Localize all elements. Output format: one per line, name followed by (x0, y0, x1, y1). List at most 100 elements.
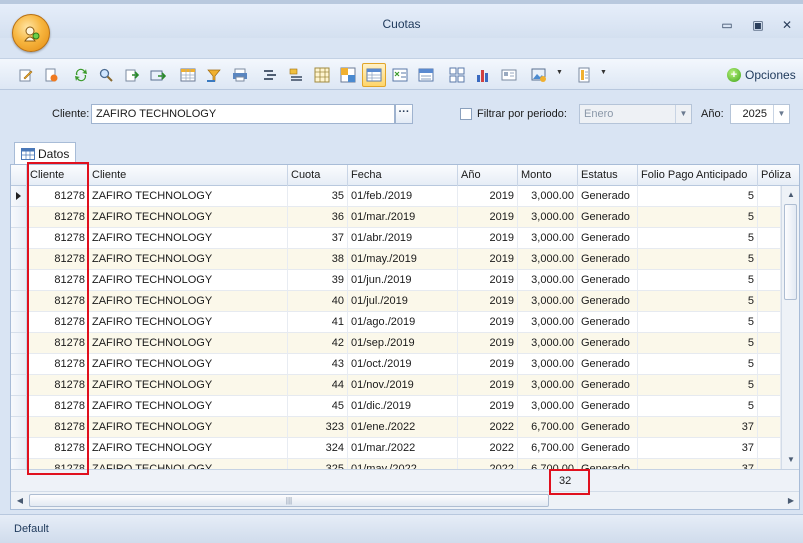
mes-select[interactable]: Enero ▼ (579, 104, 692, 124)
cell-estatus[interactable]: Generado (578, 417, 638, 438)
new-document-icon[interactable] (43, 67, 59, 83)
cell-cliente-id[interactable]: 81278 (27, 207, 89, 228)
cell-anio[interactable]: 2019 (458, 375, 518, 396)
cell-folio[interactable]: 5 (638, 270, 758, 291)
scroll-right-icon[interactable]: ▶ (783, 493, 799, 509)
cell-anio[interactable]: 2019 (458, 333, 518, 354)
chart-bar-icon[interactable] (475, 67, 491, 83)
horizontal-scroll-thumb[interactable]: ||| (29, 494, 549, 507)
cell-poliza[interactable] (758, 312, 781, 333)
table-row[interactable]: 81278 ZAFIRO TECHNOLOGY 35 01/feb./2019 2019… (11, 186, 781, 207)
cell-cliente[interactable]: ZAFIRO TECHNOLOGY (89, 207, 288, 228)
row-indicator[interactable] (11, 186, 27, 207)
cell-cuota[interactable]: 44 (288, 375, 348, 396)
cell-anio[interactable]: 2019 (458, 207, 518, 228)
cell-cliente[interactable]: ZAFIRO TECHNOLOGY (89, 438, 288, 459)
table-row[interactable]: 81278 ZAFIRO TECHNOLOGY 324 01/mar./2022 202… (11, 438, 781, 459)
cell-fecha[interactable]: 01/sep./2019 (348, 333, 458, 354)
cell-cliente-id[interactable]: 81278 (27, 312, 89, 333)
row-indicator[interactable] (11, 375, 27, 396)
cell-folio[interactable]: 5 (638, 291, 758, 312)
cell-fecha[interactable]: 01/nov./2019 (348, 375, 458, 396)
anio-select[interactable]: 2025 ▼ (730, 104, 790, 124)
restore-button[interactable]: ▣ (749, 17, 767, 33)
scroll-down-icon[interactable]: ▼ (783, 452, 799, 468)
cell-poliza[interactable] (758, 207, 781, 228)
scroll-left-icon[interactable]: ◀ (12, 493, 28, 509)
cell-estatus[interactable]: Generado (578, 396, 638, 417)
cell-cliente-id[interactable]: 81278 (27, 417, 89, 438)
cell-fecha[interactable]: 01/oct./2019 (348, 354, 458, 375)
view-table-button[interactable] (362, 63, 386, 87)
cell-monto[interactable]: 6,700.00 (518, 417, 578, 438)
cell-cliente[interactable]: ZAFIRO TECHNOLOGY (89, 291, 288, 312)
table-row[interactable]: 81278 ZAFIRO TECHNOLOGY 44 01/nov./2019 2019… (11, 375, 781, 396)
cell-fecha[interactable]: 01/feb./2019 (348, 186, 458, 207)
cell-monto[interactable]: 3,000.00 (518, 354, 578, 375)
table-row[interactable]: 81278 ZAFIRO TECHNOLOGY 43 01/oct./2019 2019… (11, 354, 781, 375)
cell-monto[interactable]: 3,000.00 (518, 207, 578, 228)
cell-cuota[interactable]: 41 (288, 312, 348, 333)
cell-cuota[interactable]: 39 (288, 270, 348, 291)
cell-cliente-id[interactable]: 81278 (27, 438, 89, 459)
cell-cliente[interactable]: ZAFIRO TECHNOLOGY (89, 354, 288, 375)
export-icon[interactable] (124, 67, 140, 83)
cell-anio[interactable]: 2019 (458, 312, 518, 333)
header-cliente-id[interactable]: Cliente (27, 165, 89, 186)
cell-estatus[interactable]: Generado (578, 438, 638, 459)
cell-poliza[interactable] (758, 417, 781, 438)
cell-monto[interactable]: 3,000.00 (518, 228, 578, 249)
minimize-button[interactable]: ▭ (718, 17, 736, 33)
cell-estatus[interactable]: Generado (578, 333, 638, 354)
cell-fecha[interactable]: 01/abr./2019 (348, 228, 458, 249)
row-indicator[interactable] (11, 438, 27, 459)
cell-cliente-id[interactable]: 81278 (27, 396, 89, 417)
cell-folio[interactable]: 5 (638, 228, 758, 249)
cell-cuota[interactable]: 38 (288, 249, 348, 270)
cell-estatus[interactable]: Generado (578, 312, 638, 333)
cell-cliente[interactable]: ZAFIRO TECHNOLOGY (89, 333, 288, 354)
cell-estatus[interactable]: Generado (578, 270, 638, 291)
cell-folio[interactable]: 5 (638, 333, 758, 354)
cell-poliza[interactable] (758, 291, 781, 312)
cell-poliza[interactable] (758, 270, 781, 291)
search-icon[interactable] (98, 67, 114, 83)
cell-monto[interactable]: 3,000.00 (518, 291, 578, 312)
cell-anio[interactable]: 2019 (458, 291, 518, 312)
vertical-scroll-thumb[interactable] (784, 204, 797, 300)
cell-cliente-id[interactable]: 81278 (27, 333, 89, 354)
cell-cliente-id[interactable]: 81278 (27, 270, 89, 291)
cell-anio[interactable]: 2019 (458, 270, 518, 291)
tab-datos[interactable]: Datos (14, 142, 76, 164)
cell-folio[interactable]: 5 (638, 375, 758, 396)
cell-cuota[interactable]: 323 (288, 417, 348, 438)
table-row[interactable]: 81278 ZAFIRO TECHNOLOGY 42 01/sep./2019 2019… (11, 333, 781, 354)
cell-estatus[interactable]: Generado (578, 249, 638, 270)
cell-estatus[interactable]: Generado (578, 291, 638, 312)
cell-cliente[interactable]: ZAFIRO TECHNOLOGY (89, 396, 288, 417)
view-grid-icon[interactable] (392, 67, 408, 83)
header-folio[interactable]: Folio Pago Anticipado (638, 165, 758, 186)
cell-fecha[interactable]: 01/may./2019 (348, 249, 458, 270)
row-indicator[interactable] (11, 354, 27, 375)
cell-poliza[interactable] (758, 228, 781, 249)
table-filter-icon[interactable] (180, 67, 196, 83)
row-indicator[interactable] (11, 270, 27, 291)
cell-cliente[interactable]: ZAFIRO TECHNOLOGY (89, 228, 288, 249)
cell-cliente[interactable]: ZAFIRO TECHNOLOGY (89, 270, 288, 291)
cell-poliza[interactable] (758, 438, 781, 459)
cell-cuota[interactable]: 40 (288, 291, 348, 312)
cell-fecha[interactable]: 01/mar./2019 (348, 207, 458, 228)
cell-cuota[interactable]: 43 (288, 354, 348, 375)
cell-fecha[interactable]: 01/mar./2022 (348, 438, 458, 459)
table-row[interactable]: 81278 ZAFIRO TECHNOLOGY 38 01/may./2019 2019… (11, 249, 781, 270)
cliente-input[interactable]: ZAFIRO TECHNOLOGY (91, 104, 395, 124)
cell-fecha[interactable]: 01/dic./2019 (348, 396, 458, 417)
cell-poliza[interactable] (758, 249, 781, 270)
cell-monto[interactable]: 6,700.00 (518, 438, 578, 459)
header-fecha[interactable]: Fecha (348, 165, 458, 186)
table-row[interactable]: 81278 ZAFIRO TECHNOLOGY 37 01/abr./2019 2019… (11, 228, 781, 249)
vertical-scrollbar[interactable]: ▲ ▼ (781, 186, 799, 469)
cell-cliente-id[interactable]: 81278 (27, 375, 89, 396)
add-column-icon[interactable] (288, 67, 304, 83)
